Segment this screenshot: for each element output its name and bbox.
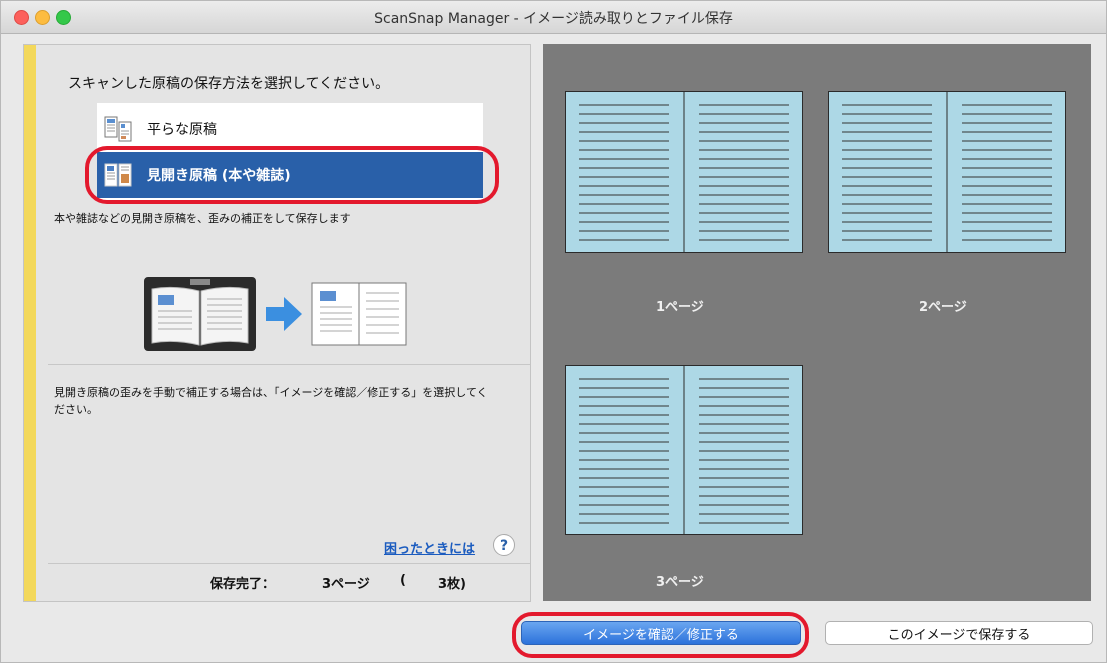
app-window: ScanSnap Manager - イメージ読み取りとファイル保存 スキャンし…: [0, 0, 1107, 663]
divider: [48, 563, 530, 564]
book-page-thumbnail: [565, 91, 803, 253]
save-complete-label: 保存完了：: [210, 577, 276, 592]
highlight-ring-option: [85, 146, 499, 204]
accent-bar: [24, 45, 36, 601]
option-description: 本や雑誌などの見開き原稿を、歪みの補正をして保存します: [54, 212, 351, 225]
page-thumbnail[interactable]: [565, 91, 803, 253]
help-link[interactable]: 困ったときには: [384, 538, 475, 557]
page-thumbnail[interactable]: [828, 91, 1066, 253]
manual-correction-note: 見開き原稿の歪みを手動で補正する場合は、「イメージを確認／修正する」を選択してく…: [54, 386, 488, 416]
preview-panel: 1ページ 2ページ 3ページ: [543, 44, 1091, 601]
save-this-image-button[interactable]: このイメージで保存する: [825, 621, 1093, 645]
highlight-ring-button: [512, 612, 809, 658]
option-flat-label: 平らな原稿: [147, 122, 217, 138]
book-correction-illustration: [144, 277, 407, 351]
book-page-thumbnail: [828, 91, 1066, 253]
page-label-3: 3ページ: [656, 575, 704, 590]
instruction-text: スキャンした原稿の保存方法を選択してください。: [68, 76, 390, 92]
book-page-thumbnail: [565, 365, 803, 535]
page-thumbnail[interactable]: [565, 365, 803, 535]
help-question-icon[interactable]: ?: [493, 534, 515, 556]
page-count: 3ページ: [322, 577, 370, 592]
title-bar: ScanSnap Manager - イメージ読み取りとファイル保存: [1, 1, 1106, 34]
page-label-1: 1ページ: [656, 300, 704, 315]
page-label-2: 2ページ: [919, 300, 967, 315]
paren-open: (: [400, 573, 406, 588]
sheet-count: 3枚): [438, 577, 466, 592]
flat-document-icon: [104, 116, 132, 142]
divider: [48, 364, 530, 365]
options-panel: スキャンした原稿の保存方法を選択してください。 平らな原稿 見開き原稿 (本や雑…: [23, 44, 531, 602]
window-title: ScanSnap Manager - イメージ読み取りとファイル保存: [374, 11, 733, 27]
